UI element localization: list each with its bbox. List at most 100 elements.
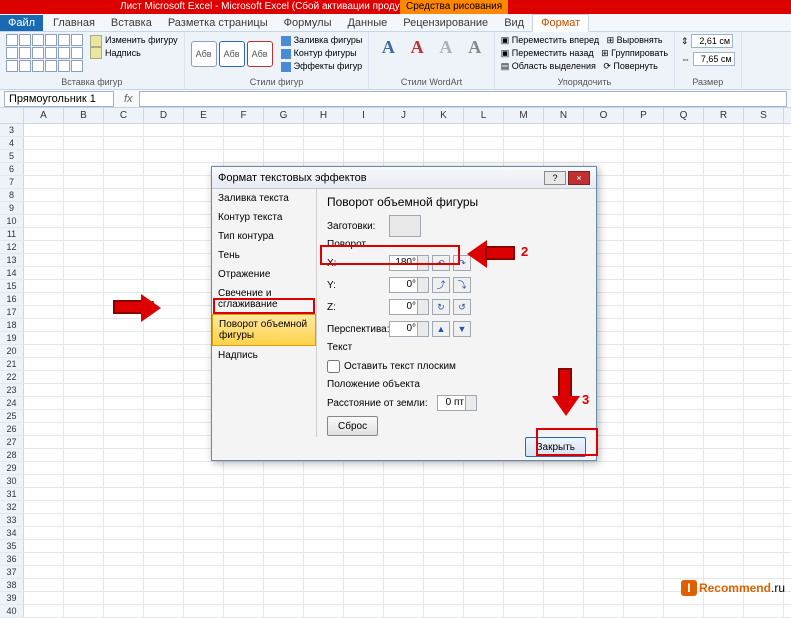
align-button[interactable]: Выровнять (617, 35, 663, 45)
col-header[interactable]: I (344, 108, 384, 123)
distance-input[interactable]: 0 пт (437, 395, 477, 411)
file-tab[interactable]: Файл (0, 15, 43, 31)
cell[interactable] (64, 319, 104, 331)
perspective-input[interactable]: 0° (389, 321, 429, 337)
cell[interactable] (544, 488, 584, 500)
cell[interactable] (584, 475, 624, 487)
cell[interactable] (624, 566, 664, 578)
reset-button[interactable]: Сброс (327, 416, 378, 436)
row-header[interactable]: 38 (0, 579, 24, 591)
cell[interactable] (184, 527, 224, 539)
cell[interactable] (664, 150, 704, 162)
cell[interactable] (584, 592, 624, 604)
row-header[interactable]: 34 (0, 527, 24, 539)
cell[interactable] (104, 501, 144, 513)
tab-home[interactable]: Главная (45, 15, 103, 31)
cell[interactable] (224, 540, 264, 552)
cell[interactable] (704, 254, 744, 266)
cell[interactable] (104, 423, 144, 435)
cell[interactable] (384, 540, 424, 552)
cell[interactable] (184, 462, 224, 474)
cell[interactable] (344, 150, 384, 162)
nav-textbox[interactable]: Надпись (212, 346, 316, 365)
cell[interactable] (744, 397, 784, 409)
cell[interactable] (704, 423, 744, 435)
col-header[interactable]: B (64, 108, 104, 123)
cell[interactable] (24, 306, 64, 318)
cell[interactable] (64, 254, 104, 266)
cell[interactable] (344, 553, 384, 565)
cell[interactable] (24, 124, 64, 136)
cell[interactable] (744, 280, 784, 292)
cell[interactable] (704, 540, 744, 552)
cell[interactable] (384, 475, 424, 487)
cell[interactable] (504, 501, 544, 513)
cell[interactable] (64, 293, 104, 305)
cell[interactable] (24, 137, 64, 149)
cell[interactable] (24, 566, 64, 578)
cell[interactable] (464, 150, 504, 162)
cell[interactable] (264, 592, 304, 604)
cell[interactable] (344, 462, 384, 474)
cell[interactable] (224, 488, 264, 500)
cell[interactable] (704, 605, 744, 617)
cell[interactable] (384, 124, 424, 136)
name-box[interactable]: Прямоугольник 1 (4, 91, 114, 107)
cell[interactable] (104, 579, 144, 591)
row-header[interactable]: 11 (0, 228, 24, 240)
cell[interactable] (544, 605, 584, 617)
nav-text-fill[interactable]: Заливка текста (212, 189, 316, 208)
cell[interactable] (624, 514, 664, 526)
cell[interactable] (664, 176, 704, 188)
cell[interactable] (304, 553, 344, 565)
cell[interactable] (424, 566, 464, 578)
tab-formulas[interactable]: Формулы (276, 15, 340, 31)
cell[interactable] (64, 579, 104, 591)
cell[interactable] (224, 592, 264, 604)
cell[interactable] (504, 150, 544, 162)
cell[interactable] (224, 566, 264, 578)
cell[interactable] (464, 501, 504, 513)
col-header[interactable]: F (224, 108, 264, 123)
row-header[interactable]: 12 (0, 241, 24, 253)
cell[interactable] (704, 371, 744, 383)
cell[interactable] (384, 566, 424, 578)
cell[interactable] (104, 241, 144, 253)
cell[interactable] (24, 150, 64, 162)
cell[interactable] (144, 137, 184, 149)
cell[interactable] (224, 150, 264, 162)
row-header[interactable]: 23 (0, 384, 24, 396)
cell[interactable] (224, 579, 264, 591)
cell[interactable] (184, 150, 224, 162)
cell[interactable] (184, 501, 224, 513)
z-rotate-cw-icon[interactable]: ↻ (432, 299, 450, 315)
cell[interactable] (64, 150, 104, 162)
group-button[interactable]: Группировать (611, 48, 668, 58)
cell[interactable] (344, 475, 384, 487)
row-header[interactable]: 14 (0, 267, 24, 279)
cell[interactable] (664, 371, 704, 383)
cell[interactable] (664, 137, 704, 149)
cell[interactable] (664, 306, 704, 318)
cell[interactable] (184, 514, 224, 526)
cell[interactable] (24, 527, 64, 539)
row-header[interactable]: 10 (0, 215, 24, 227)
cell[interactable] (664, 553, 704, 565)
cell[interactable] (144, 423, 184, 435)
cell[interactable] (104, 137, 144, 149)
cell[interactable] (704, 163, 744, 175)
cell[interactable] (64, 475, 104, 487)
cell[interactable] (704, 566, 744, 578)
row-header[interactable]: 6 (0, 163, 24, 175)
cell[interactable] (504, 540, 544, 552)
cell[interactable] (104, 332, 144, 344)
cell[interactable] (704, 462, 744, 474)
close-icon[interactable]: × (568, 171, 590, 185)
cell[interactable] (584, 579, 624, 591)
cell[interactable] (624, 592, 664, 604)
cell[interactable] (504, 462, 544, 474)
cell[interactable] (64, 501, 104, 513)
cell[interactable] (664, 215, 704, 227)
cell[interactable] (264, 150, 304, 162)
dialog-titlebar[interactable]: Формат текстовых эффектов ? × (212, 167, 596, 189)
